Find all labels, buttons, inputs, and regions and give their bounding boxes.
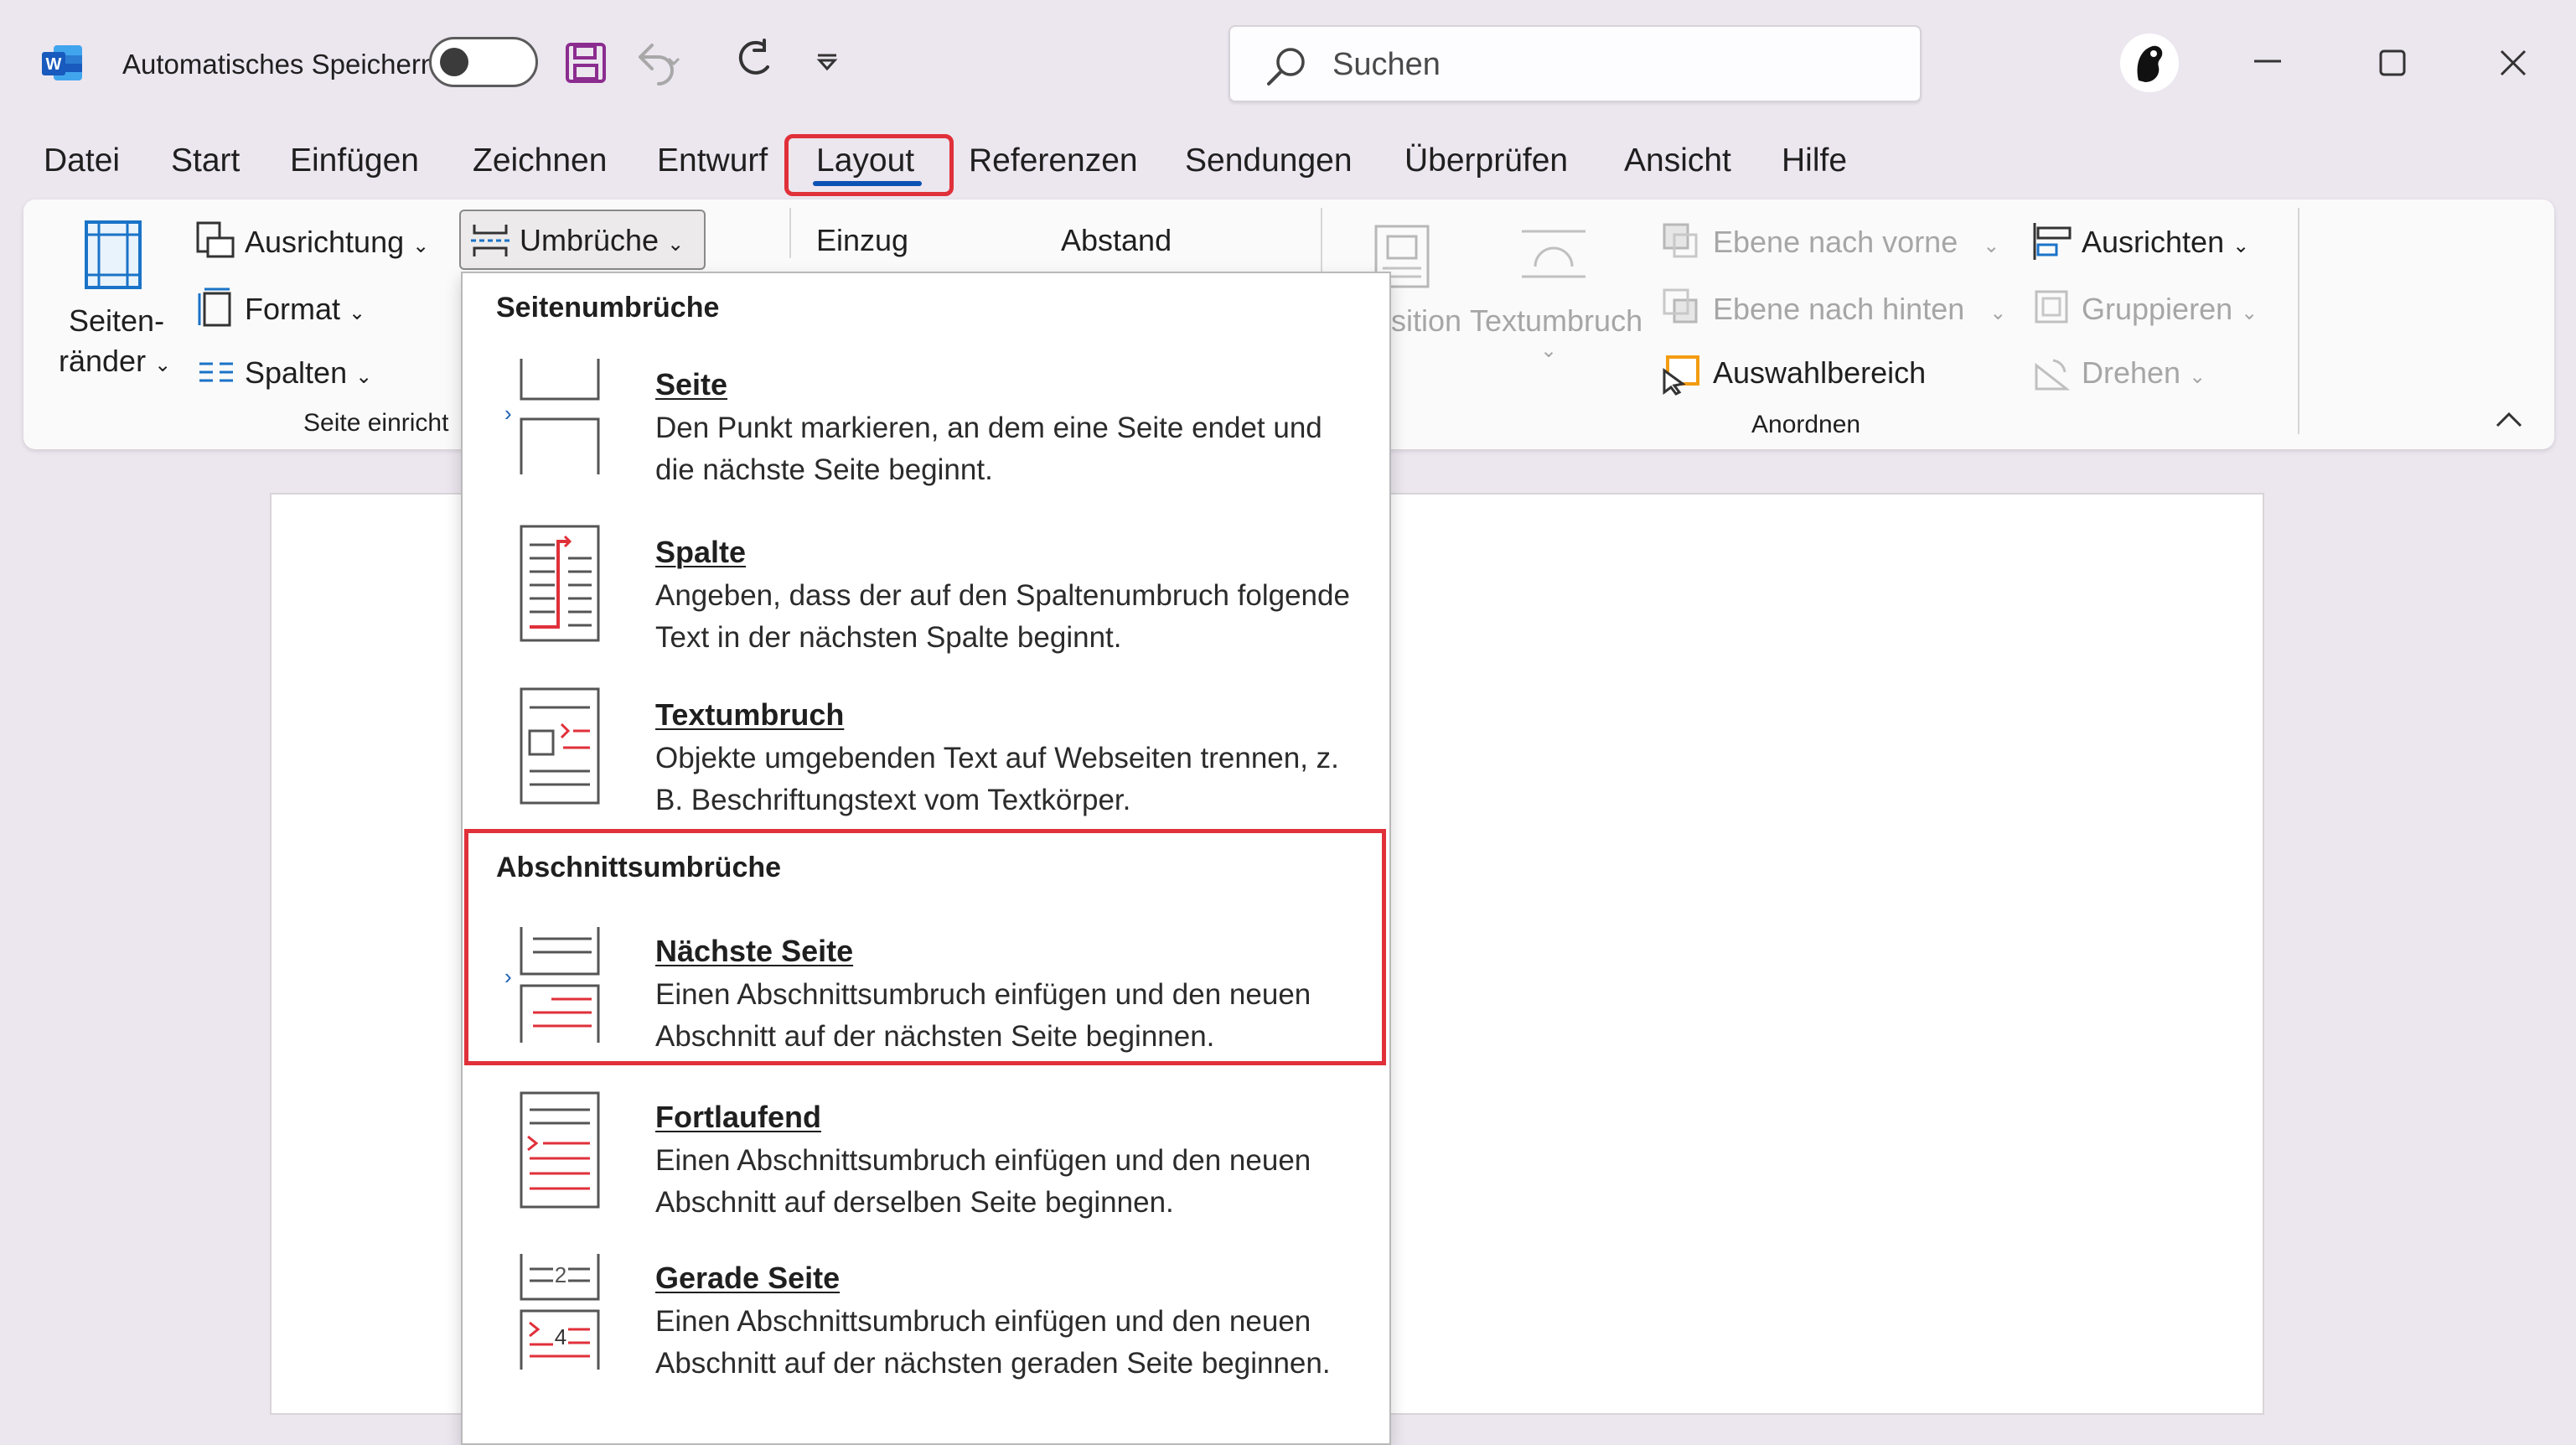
- auswahlbereich-button[interactable]: Auswahlbereich: [1713, 355, 1926, 391]
- group-label-seite: Seite einricht: [303, 409, 449, 437]
- tab-start[interactable]: Start: [171, 142, 240, 179]
- tab-einfuegen[interactable]: Einfügen: [290, 142, 419, 179]
- position-label: sition: [1391, 303, 1462, 338]
- size-icon: [196, 287, 235, 329]
- redo-icon[interactable]: [731, 39, 776, 84]
- tab-hilfe[interactable]: Hilfe: [1782, 142, 1847, 179]
- section-seitenumbrueche: Seitenumbrüche: [496, 292, 720, 324]
- customize-toolbar-icon[interactable]: [815, 52, 840, 72]
- tab-ansicht[interactable]: Ansicht: [1624, 142, 1731, 179]
- autosave-toggle[interactable]: [429, 37, 538, 87]
- chevron-right-icon: ›: [504, 401, 512, 426]
- avatar[interactable]: [2120, 34, 2179, 92]
- margins-label-1[interactable]: Seiten-: [69, 303, 164, 339]
- maximize-icon[interactable]: [2378, 49, 2407, 77]
- tab-zeichnen[interactable]: Zeichnen: [473, 142, 607, 179]
- tab-layout-highlight: [784, 134, 954, 196]
- send-backward-icon: [1661, 287, 1699, 325]
- breaks-icon: [469, 221, 511, 260]
- menu-item-fortlaufend[interactable]: Fortlaufend Einen Abschnittsumbruch einf…: [463, 1091, 1389, 1242]
- align-icon: [2031, 221, 2073, 262]
- textumbruch-chevron: ⌄: [1540, 339, 1558, 362]
- spalten-button[interactable]: Spalten ⌄: [245, 355, 372, 391]
- svg-text:2: 2: [555, 1262, 566, 1287]
- tab-entwurf[interactable]: Entwurf: [657, 142, 768, 179]
- menu-item-title: Seite: [655, 367, 728, 401]
- wrap-text-icon: [1518, 225, 1589, 283]
- tab-sendungen[interactable]: Sendungen: [1185, 142, 1353, 179]
- close-icon[interactable]: [2499, 49, 2527, 77]
- undo-icon[interactable]: [634, 40, 684, 85]
- menu-item-textumbruch[interactable]: Textumbruch Objekte umgebenden Text auf …: [463, 687, 1389, 847]
- format-button[interactable]: Format ⌄: [245, 292, 365, 327]
- menu-item-desc: Angeben, dass der auf den Spaltenumbruch…: [655, 579, 1350, 654]
- menu-item-spalte[interactable]: Spalte Angeben, dass der auf den Spalten…: [463, 525, 1389, 684]
- section-break-highlight: [464, 829, 1386, 1065]
- save-icon[interactable]: [565, 42, 607, 84]
- menu-item-desc: Einen Abschnittsumbruch einfügen und den…: [655, 1144, 1311, 1219]
- separator: [2298, 208, 2299, 434]
- ebene-hinten-button: Ebene nach hinten ⌄: [1713, 292, 2007, 326]
- search-placeholder: Suchen: [1332, 47, 1441, 82]
- menu-item-gerade-seite[interactable]: 2 4 Gerade Seite Einen Abschnittsumbruch…: [463, 1252, 1389, 1403]
- margins-label-2[interactable]: ränder ⌄: [59, 344, 171, 379]
- ausrichten-button[interactable]: Ausrichten ⌄: [2082, 225, 2249, 260]
- page-break-icon: [518, 357, 602, 474]
- abstand-label: Abstand: [1061, 223, 1172, 257]
- group-icon: [2031, 287, 2072, 327]
- gruppieren-button: Gruppieren ⌄: [2082, 292, 2258, 326]
- svg-text:W: W: [46, 55, 62, 74]
- columns-icon: [198, 359, 235, 387]
- menu-item-desc: Einen Abschnittsumbruch einfügen und den…: [655, 1305, 1331, 1380]
- text-wrapping-icon: [518, 687, 602, 805]
- continuous-section-icon: [518, 1091, 602, 1209]
- menu-item-desc: Den Punkt markieren, an dem eine Seite e…: [655, 412, 1322, 486]
- menu-item-title: Gerade Seite: [655, 1261, 841, 1295]
- menu-item-title: Textumbruch: [655, 697, 845, 732]
- group-label-anordnen: Anordnen: [1751, 411, 1861, 438]
- tab-ueberpruefen[interactable]: Überprüfen: [1404, 142, 1568, 179]
- menu-item-title: Fortlaufend: [655, 1100, 821, 1134]
- margins-icon: [84, 220, 142, 290]
- selection-pane-icon: [1661, 354, 1701, 396]
- bring-forward-icon: [1661, 221, 1699, 260]
- orientation-icon: [194, 220, 236, 262]
- collapse-ribbon-icon[interactable]: [2494, 411, 2524, 429]
- menu-item-desc: Objekte umgebenden Text auf Webseiten tr…: [655, 742, 1339, 816]
- ebene-vorne-button: Ebene nach vorne ⌄: [1713, 225, 2000, 259]
- title-bar: W Automatisches Speichern Suchen: [0, 0, 2576, 126]
- einzug-label: Einzug: [816, 223, 909, 257]
- search-icon: [1264, 45, 1307, 87]
- even-page-section-icon: 2 4: [518, 1252, 602, 1370]
- svg-text:4: 4: [555, 1324, 566, 1349]
- tab-datei[interactable]: Datei: [44, 142, 120, 179]
- umbrueche-label: Umbrüche ⌄: [520, 223, 685, 257]
- column-break-icon: [518, 525, 602, 642]
- drehen-button: Drehen ⌄: [2082, 355, 2206, 390]
- tab-referenzen[interactable]: Referenzen: [969, 142, 1138, 179]
- ausrichtung-button[interactable]: Ausrichtung ⌄: [245, 225, 429, 260]
- search-box[interactable]: Suchen: [1229, 25, 1922, 102]
- textumbruch-ribbon-label: Textumbruch: [1470, 303, 1643, 338]
- menu-item-title: Spalte: [655, 535, 747, 569]
- umbrueche-button[interactable]: Umbrüche ⌄: [459, 210, 706, 270]
- separator: [789, 208, 791, 258]
- minimize-icon[interactable]: [2251, 49, 2284, 74]
- word-logo-icon: W: [42, 44, 84, 82]
- rotate-icon: [2031, 355, 2072, 392]
- autosave-label: Automatisches Speichern: [122, 49, 437, 80]
- menu-item-seite[interactable]: › Seite Den Punkt markieren, an dem eine…: [463, 357, 1389, 516]
